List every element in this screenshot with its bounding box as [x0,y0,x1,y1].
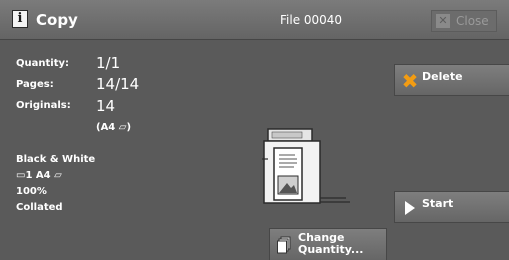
start-button[interactable]: Start [394,191,509,223]
title-bar: i Copy File 00040 ✕ Close [0,0,509,40]
paper-tray: ▭1 A4 ▱ [16,170,62,181]
originals-value: 14 [96,97,116,115]
close-icon: ✕ [436,14,450,28]
printer-illustration [258,126,354,210]
quantity-label: Quantity: [16,58,69,69]
originals-size: (A4 ▱) [96,122,132,133]
pages-value: 14/14 [96,75,140,93]
info-icon: i [12,10,28,28]
collation: Collated [16,202,63,213]
change-quantity-line2: Quantity... [298,243,364,256]
quantity-value: 1/1 [96,54,121,72]
delete-icon: ✖ [401,69,419,93]
delete-label: Delete [422,70,463,83]
start-label: Start [422,197,454,210]
play-icon [405,201,415,215]
delete-button[interactable]: ✖ Delete [394,64,509,96]
close-button[interactable]: ✕ Close [431,10,497,32]
change-quantity-label: Change Quantity... [298,232,363,256]
file-name: File 00040 [280,13,343,27]
pages-label: Pages: [16,79,54,90]
page-title: Copy [36,11,78,29]
change-quantity-button[interactable]: Change Quantity... [269,228,387,260]
originals-label: Originals: [16,100,71,111]
zoom-ratio: 100% [16,186,47,197]
close-label: Close [456,14,489,28]
color-mode: Black & White [16,154,96,165]
document-stack-icon [277,236,291,258]
